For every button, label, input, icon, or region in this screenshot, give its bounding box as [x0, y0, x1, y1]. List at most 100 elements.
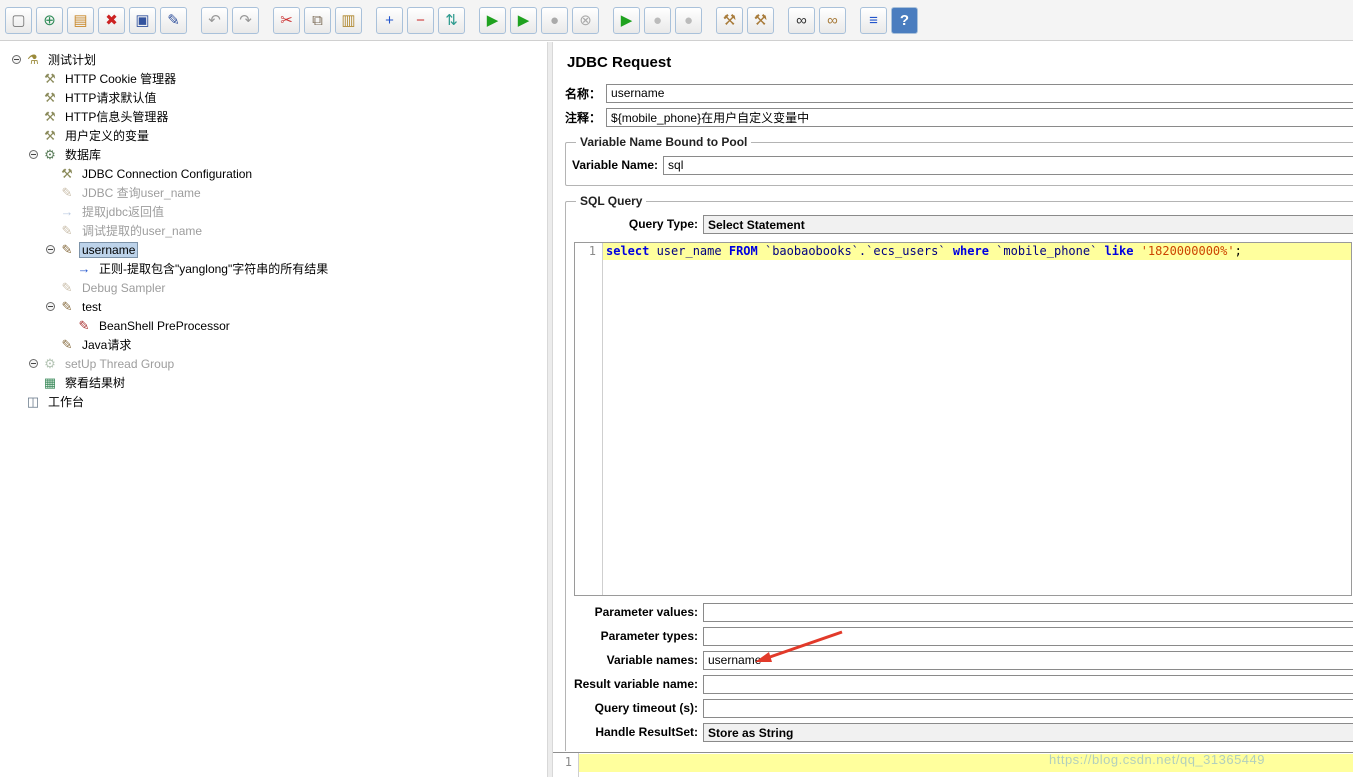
undo-button[interactable]: ↶ [201, 6, 228, 34]
sql-editor-gutter: 1 [575, 243, 603, 595]
copy-button[interactable]: ⧉ [304, 6, 331, 34]
tree-item-label: 正则-提取包含"yanglong"字符串的所有结果 [99, 262, 329, 276]
redo-button[interactable]: ↷ [232, 6, 259, 34]
expand-all-icon: + [385, 11, 394, 29]
variable-names-input[interactable] [703, 650, 1353, 670]
collapse-all-icon: − [416, 11, 425, 29]
tree-item[interactable]: → 提取jdbc返回值 [0, 202, 547, 221]
variable-name-input[interactable] [663, 155, 1353, 175]
expand-all-button[interactable]: + [376, 6, 403, 34]
tree-item-label: JDBC 查询user_name [82, 186, 201, 200]
query-type-select[interactable]: Select Statement [703, 214, 1353, 234]
parameter-values-input[interactable] [703, 602, 1353, 622]
clear-icon: ⚒ [722, 12, 737, 29]
tree-item[interactable]: ⚒ HTTP请求默认值 [0, 88, 547, 107]
sampler-icon: ✎ [61, 184, 73, 200]
clear-button[interactable]: ⚒ [716, 6, 743, 34]
toggle-enable-button[interactable]: ⇅ [438, 6, 465, 34]
listener-icon: ▦ [43, 374, 57, 390]
sampler-icon: ✎ [61, 241, 73, 257]
shutdown-icon: ⊗ [579, 12, 592, 29]
tree-expand-handle[interactable] [29, 150, 38, 159]
stop-button[interactable]: ● [541, 6, 568, 34]
handle-resultset-select[interactable]: Store as String [703, 722, 1353, 742]
tree-item[interactable]: ✎ username [0, 240, 547, 259]
result-variable-name-input[interactable] [703, 674, 1353, 694]
tree-item[interactable]: → 正则-提取包含"yanglong"字符串的所有结果 [0, 259, 547, 278]
wrench-icon: ⚒ [44, 89, 56, 105]
tree-item[interactable]: ✎ 调试提取的user_name [0, 221, 547, 240]
bottom-editor-gutter: 1 [553, 753, 579, 777]
test-plan-tree: ⚗ 测试计划 ⚒ HTTP Cookie 管理器 ⚒ HTTP请求默认值 ⚒ HTTP信息头管… [0, 42, 547, 777]
name-input[interactable] [606, 83, 1353, 103]
remote-stop-all-icon: ● [652, 11, 663, 29]
sql-editor-text[interactable]: select user_name FROM `baobaobooks`.`ecs… [603, 243, 1351, 595]
start-no-pauses-icon: ▶ [517, 12, 530, 29]
stop-icon: ● [549, 11, 560, 29]
tree-item-label: 调试提取的user_name [82, 224, 203, 238]
new-plan-button[interactable]: ▢ [5, 6, 32, 34]
clear-all-button[interactable]: ⚒ [747, 6, 774, 34]
parameter-types-input[interactable] [703, 626, 1353, 646]
tree-item[interactable]: ⚙ setUp Thread Group [0, 354, 547, 373]
query-timeout-label: Query timeout (s): [594, 701, 698, 715]
tree-item[interactable]: ⚗ 测试计划 [0, 50, 547, 69]
tree-item[interactable]: ⚒ HTTP Cookie 管理器 [0, 69, 547, 88]
tree-expand-handle[interactable] [46, 302, 55, 311]
start-button[interactable]: ▶ [479, 6, 506, 34]
search-reset-button[interactable]: ∞ [819, 6, 846, 34]
regex-icon: → [77, 260, 91, 276]
tree-item[interactable]: ⚒ JDBC Connection Configuration [0, 164, 547, 183]
tree-item[interactable]: ⚙ 数据库 [0, 145, 547, 164]
paste-button[interactable]: ▥ [335, 6, 362, 34]
tree-item[interactable]: ✎ test [0, 297, 547, 316]
search-button[interactable]: ∞ [788, 6, 815, 34]
remote-shutdown-all-icon: ● [683, 11, 694, 29]
tree-item-label: HTTP Cookie 管理器 [65, 72, 177, 86]
query-timeout-input[interactable] [703, 698, 1353, 718]
bottom-editor-strip: 1 [553, 752, 1353, 777]
tree-item[interactable]: ✎ BeanShell PreProcessor [0, 316, 547, 335]
tree-item[interactable]: ✎ JDBC 查询user_name [0, 183, 547, 202]
function-helper-button[interactable]: ≡ [860, 6, 887, 34]
help-button[interactable]: ? [891, 6, 918, 34]
save-as-button[interactable]: ✎ [160, 6, 187, 34]
tree-item-label: username [79, 241, 139, 258]
tree-expand-handle[interactable] [46, 245, 55, 254]
save-button[interactable]: ▣ [129, 6, 156, 34]
extractor-icon: → [60, 203, 74, 219]
tree-item[interactable]: ▦ 察看结果树 [0, 373, 547, 392]
tree-item[interactable]: ✎ Debug Sampler [0, 278, 547, 297]
remote-stop-all-button[interactable]: ● [644, 6, 671, 34]
query-type-label: Query Type: [628, 217, 698, 231]
wrench-icon: ⚒ [61, 165, 73, 181]
parameter-values-label: Parameter values: [594, 605, 698, 619]
wrench-icon: ⚒ [44, 127, 56, 143]
sql-query-group-title: SQL Query [580, 194, 643, 208]
remote-start-all-button[interactable]: ▶ [613, 6, 640, 34]
save-as-icon: ✎ [167, 12, 180, 29]
shutdown-button[interactable]: ⊗ [572, 6, 599, 34]
tree-item-label: setUp Thread Group [65, 356, 175, 371]
tree-item[interactable]: ◫ 工作台 [0, 392, 547, 411]
templates-button[interactable]: ⊕ [36, 6, 63, 34]
sql-query-group: SQL Query Query Type: Select Statement 1… [565, 194, 1353, 751]
close-plan-button[interactable]: ✖ [98, 6, 125, 34]
tree-item[interactable]: ✎ Java请求 [0, 335, 547, 354]
remote-shutdown-all-button[interactable]: ● [675, 6, 702, 34]
open-file-button[interactable]: ▤ [67, 6, 94, 34]
templates-icon: ⊕ [43, 12, 56, 29]
collapse-all-button[interactable]: − [407, 6, 434, 34]
cut-button[interactable]: ✂ [273, 6, 300, 34]
tree-item-label: 察看结果树 [65, 376, 126, 390]
tree-item-label: 用户定义的变量 [65, 129, 150, 143]
start-no-pauses-button[interactable]: ▶ [510, 6, 537, 34]
tree-item[interactable]: ⚒ 用户定义的变量 [0, 126, 547, 145]
tree-expand-handle[interactable] [12, 55, 21, 64]
tree-expand-handle[interactable] [29, 359, 38, 368]
tree-item[interactable]: ⚒ HTTP信息头管理器 [0, 107, 547, 126]
toolbar: ▢ ⊕ ▤ ✖ ▣ ✎ ↶ ↷ ✂ ⧉ ▥ + − ⇅ ▶ ▶ ● ⊗ ▶ ● ● ⚒ ⚒ ∞ ∞ ≡? [0, 0, 1353, 41]
tree-item-label: 测试计划 [48, 53, 97, 67]
comment-input[interactable] [606, 107, 1353, 127]
gear-icon: ⚙ [44, 146, 56, 162]
